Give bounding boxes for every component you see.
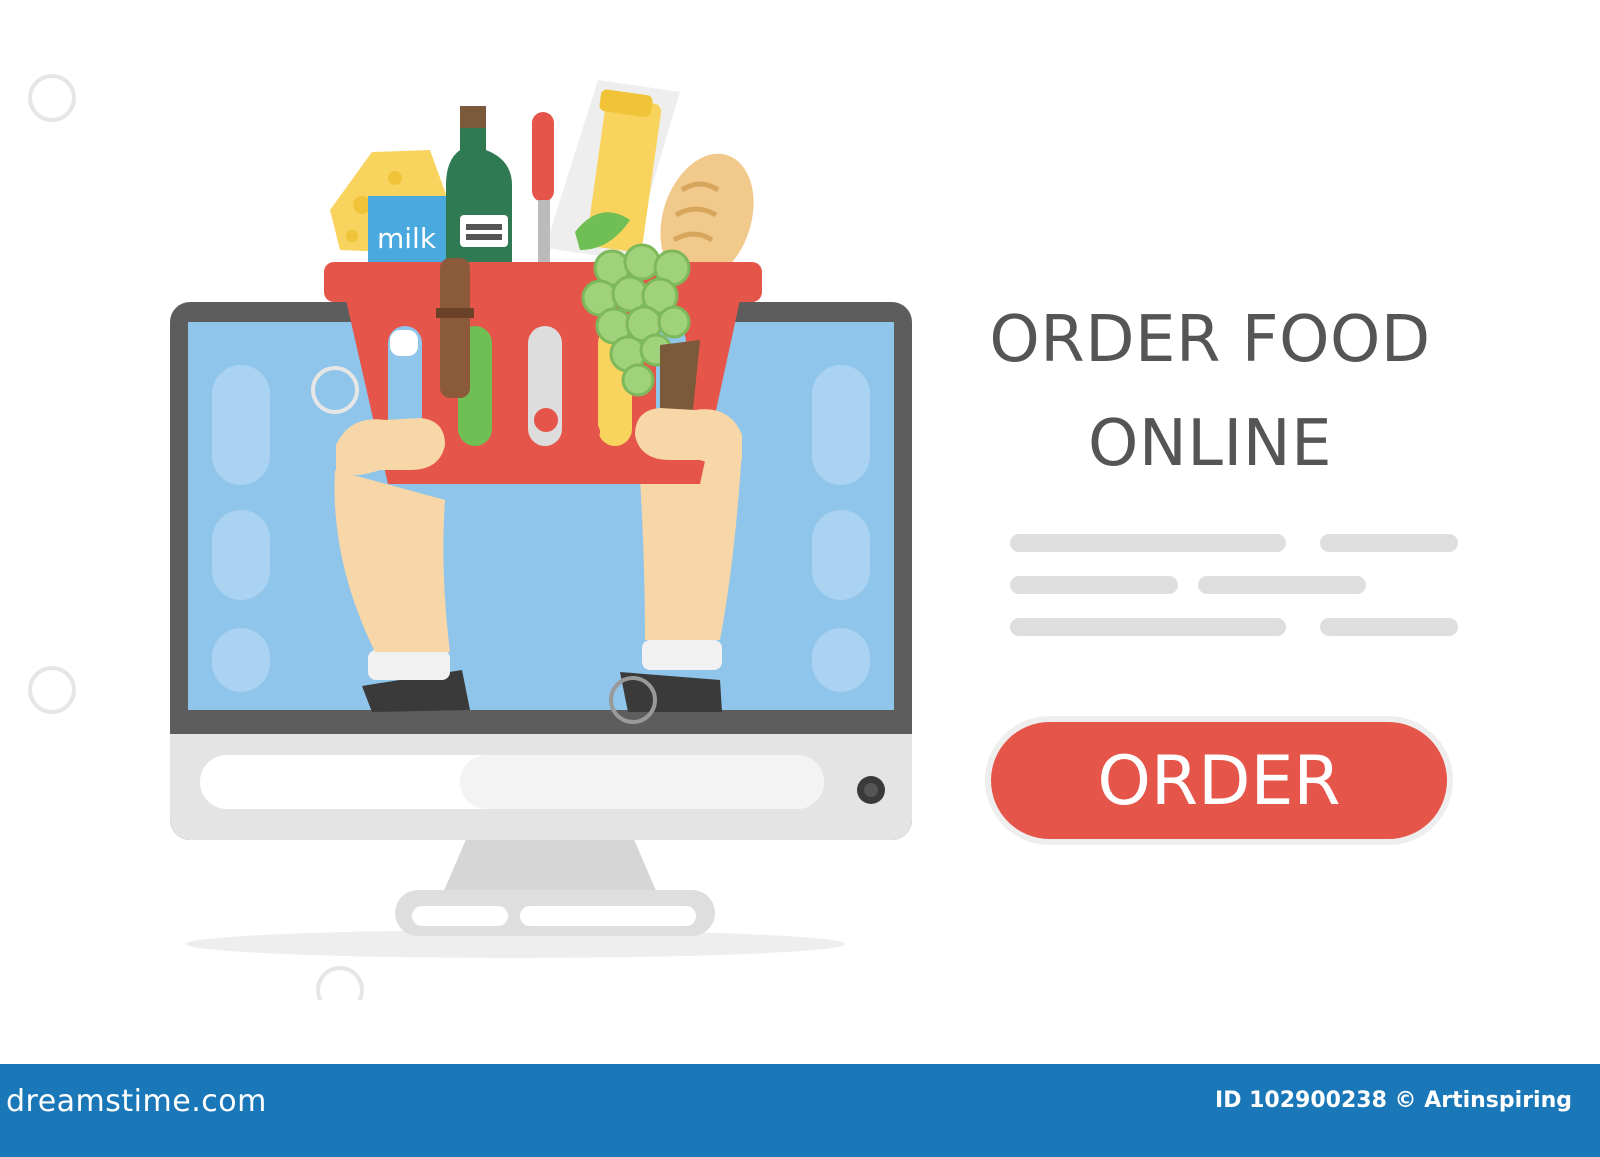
bottle-icon [446, 106, 512, 268]
placeholder-line [1198, 576, 1366, 594]
placeholder-line [1320, 534, 1458, 552]
footer-brand[interactable]: dreamstime.com [6, 1084, 267, 1119]
footer-credit: ID 102900238 © Artinspiring [1215, 1088, 1572, 1113]
placeholder-line [1010, 618, 1286, 636]
headline-line-1: ORDER FOOD [989, 303, 1431, 377]
milk-carton-icon: milk [368, 196, 450, 262]
order-button[interactable]: ORDER [991, 722, 1447, 839]
placeholder-line [1010, 534, 1286, 552]
page-title: ORDER FOOD ONLINE [960, 288, 1460, 496]
placeholder-text-lines [1010, 534, 1460, 644]
headline-line-2: ONLINE [1087, 407, 1333, 481]
placeholder-line [1010, 576, 1178, 594]
footer-bar: dreamstime.com ID 102900238 © Artinspiri… [0, 1064, 1600, 1157]
placeholder-line [1320, 618, 1458, 636]
banner: milk ORDER FOOD ONLINE ORDER [0, 0, 1600, 1064]
monitor-stand-icon [395, 830, 715, 936]
grocery-illustration: milk [28, 74, 912, 1000]
milk-label: milk [377, 222, 437, 255]
